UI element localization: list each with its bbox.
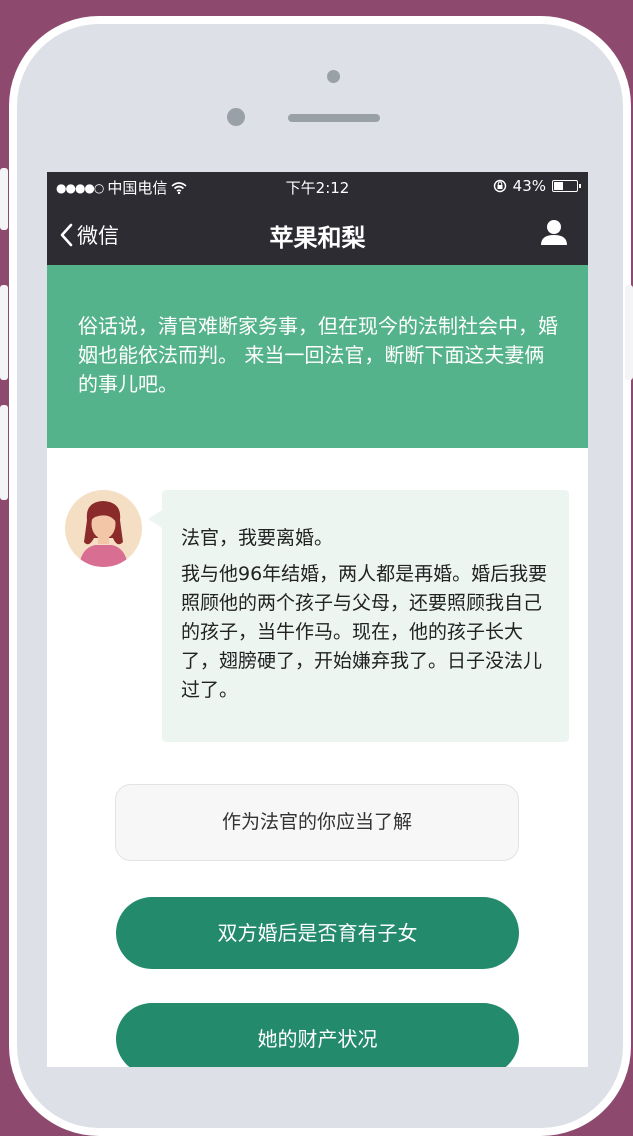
mute-switch xyxy=(0,168,8,230)
intro-text: 俗话说，清官难断家务事，但在现今的法制社会中，婚姻也能依法而判。 来当一回法官，… xyxy=(78,314,558,396)
orientation-lock-icon xyxy=(493,179,506,193)
message-body: 我与他96年结婚，两人都是再婚。婚后我要照顾他的两个孩子与父母，还要照顾我自己的… xyxy=(181,563,548,701)
earpiece-speaker xyxy=(288,114,380,122)
message-bubble: 法官，我要离婚。 我与他96年结婚，两人都是再婚。婚后我要照顾他的两个孩子与父母… xyxy=(148,490,569,742)
avatar xyxy=(65,490,142,567)
proximity-sensor xyxy=(327,70,340,83)
user-profile-button[interactable] xyxy=(540,218,568,250)
message-greeting: 法官，我要离婚。 xyxy=(181,527,334,549)
user-icon xyxy=(541,220,567,245)
battery-level-fill xyxy=(554,182,563,190)
answer-button-property[interactable]: 她的财产状况 xyxy=(116,1003,519,1067)
phone-screen: ●●●●○ 中国电信 下午2:12 43% 微信 苹果和梨 俗话说，清官难断家务… xyxy=(47,172,588,1067)
power-button xyxy=(625,285,633,380)
nav-bar: 微信 苹果和梨 xyxy=(47,202,588,265)
front-camera-icon xyxy=(227,108,245,126)
volume-down-button xyxy=(0,405,8,500)
answer-button-children[interactable]: 双方婚后是否育有子女 xyxy=(116,897,519,969)
question-prompt: 作为法官的你应当了解 xyxy=(115,784,519,861)
answer-label: 双方婚后是否育有子女 xyxy=(217,921,418,945)
intro-banner: 俗话说，清官难断家务事，但在现今的法制社会中，婚姻也能依法而判。 来当一回法官，… xyxy=(47,265,588,448)
question-label: 作为法官的你应当了解 xyxy=(221,811,412,833)
volume-up-button xyxy=(0,285,8,380)
battery-percent: 43% xyxy=(512,177,546,195)
woman-avatar-icon xyxy=(79,501,128,567)
page-title: 苹果和梨 xyxy=(269,224,366,252)
status-bar: ●●●●○ 中国电信 下午2:12 43% xyxy=(47,172,588,202)
answer-label: 她的财产状况 xyxy=(257,1027,378,1051)
battery-icon xyxy=(552,180,581,192)
